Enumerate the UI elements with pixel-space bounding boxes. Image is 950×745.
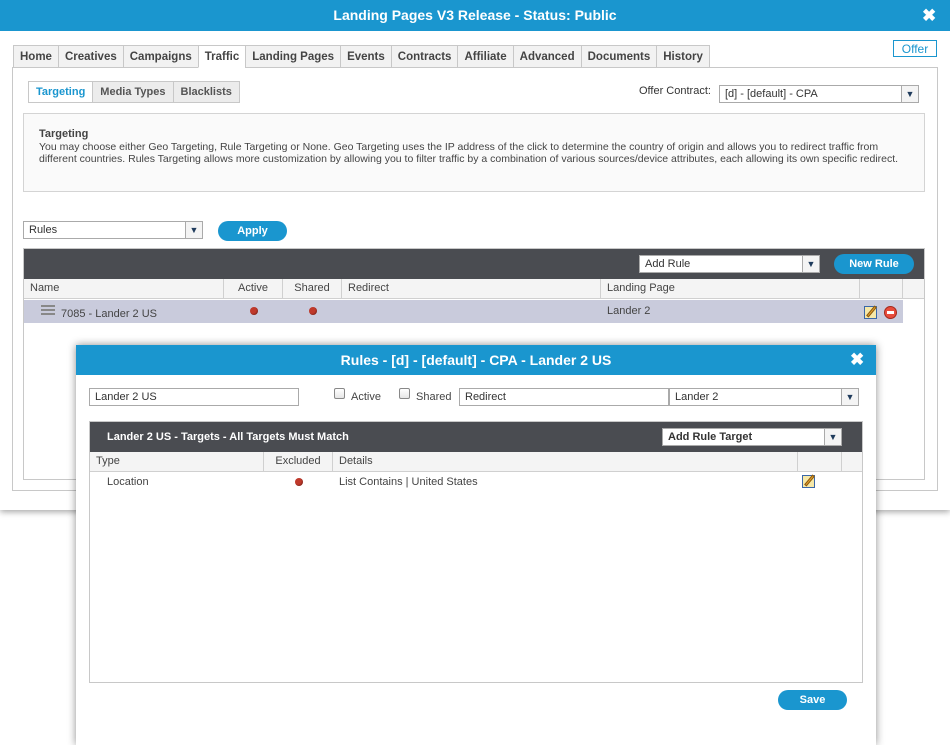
active-status-dot-icon [250, 307, 258, 315]
window-close-icon[interactable]: ✖ [922, 0, 936, 31]
subtab-media-types[interactable]: Media Types [92, 81, 173, 103]
offer-contract-label: Offer Contract: [639, 85, 711, 97]
col-actions [860, 279, 903, 298]
col-target-actions [798, 452, 842, 471]
tab-events[interactable]: Events [340, 45, 391, 68]
shared-status-dot-icon [309, 307, 317, 315]
rule-name: 7085 - Lander 2 US [61, 308, 158, 320]
landing-page-select[interactable]: Lander 2 ▼ [669, 388, 859, 406]
col-details[interactable]: Details [333, 452, 798, 471]
active-checkbox[interactable] [334, 388, 345, 399]
tab-traffic[interactable]: Traffic [197, 45, 246, 68]
info-text: You may choose either Geo Targeting, Rul… [39, 141, 899, 165]
info-title: Targeting [39, 128, 89, 140]
col-redirect[interactable]: Redirect [342, 279, 601, 298]
shared-checkbox[interactable] [399, 388, 410, 399]
table-row[interactable]: Location List Contains | United States [90, 472, 862, 492]
add-rule-value: Add Rule [645, 258, 691, 270]
col-name[interactable]: Name [24, 279, 224, 298]
delete-icon[interactable] [884, 306, 897, 319]
tab-creatives[interactable]: Creatives [57, 45, 123, 68]
tab-home[interactable]: Home [13, 45, 58, 68]
subtab-blacklists[interactable]: Blacklists [172, 81, 240, 103]
main-tabs: Home Creatives Campaigns Traffic Landing… [13, 45, 710, 68]
rule-landing-page: Lander 2 [607, 305, 651, 317]
offer-contract-value: [d] - [default] - CPA [725, 88, 818, 100]
targets-table-header: Type Excluded Details [90, 452, 862, 472]
subtab-targeting[interactable]: Targeting [28, 81, 93, 103]
rule-targets-panel: Lander 2 US - Targets - All Targets Must… [89, 421, 863, 683]
tab-advanced[interactable]: Advanced [512, 45, 581, 68]
tab-history[interactable]: History [656, 45, 710, 68]
edit-icon[interactable] [864, 306, 877, 319]
col-shared[interactable]: Shared [283, 279, 342, 298]
targets-title: Lander 2 US - Targets - All Targets Must… [107, 431, 349, 443]
tab-affiliate[interactable]: Affiliate [457, 45, 513, 68]
redirect-input[interactable]: Redirect [459, 388, 669, 406]
apply-button[interactable]: Apply [218, 221, 287, 241]
traffic-subtabs: Targeting Media Types Blacklists [28, 81, 240, 103]
rules-table-header: Name Active Shared Redirect Landing Page [24, 279, 924, 299]
rules-toolbar: Add Rule ▼ New Rule [24, 249, 924, 279]
add-rule-select[interactable]: Add Rule ▼ [639, 255, 820, 273]
targets-header: Lander 2 US - Targets - All Targets Must… [90, 422, 862, 452]
col-landing-page[interactable]: Landing Page [601, 279, 860, 298]
rule-edit-modal: Rules - [d] - [default] - CPA - Lander 2… [76, 345, 876, 745]
target-type: Location [107, 476, 149, 488]
add-rule-target-value: Add Rule Target [668, 431, 753, 443]
chevron-down-icon: ▼ [185, 222, 202, 238]
tab-documents[interactable]: Documents [580, 45, 657, 68]
excluded-status-dot-icon [295, 478, 303, 486]
rule-name-input[interactable]: Lander 2 US [89, 388, 299, 406]
targeting-mode-value: Rules [29, 224, 58, 236]
modal-title: Rules - [d] - [default] - CPA - Lander 2… [76, 345, 876, 375]
offer-contract-select[interactable]: [d] - [default] - CPA ▼ [719, 85, 919, 103]
table-row[interactable]: 7085 - Lander 2 US Lander 2 [24, 300, 903, 323]
window-title: Landing Pages V3 Release - Status: Publi… [0, 0, 950, 31]
landing-page-value: Lander 2 [675, 391, 719, 403]
target-details: List Contains | United States [339, 476, 478, 488]
new-rule-button[interactable]: New Rule [834, 254, 914, 274]
targeting-mode-select[interactable]: Rules ▼ [23, 221, 203, 239]
targeting-info-box: Targeting You may choose either Geo Targ… [23, 113, 925, 192]
tab-campaigns[interactable]: Campaigns [122, 45, 198, 68]
add-rule-target-select[interactable]: Add Rule Target ▼ [662, 428, 842, 446]
chevron-down-icon: ▼ [901, 86, 918, 102]
save-button[interactable]: Save [778, 690, 847, 710]
offer-button[interactable]: Offer [893, 40, 937, 57]
drag-handle-icon[interactable] [41, 305, 55, 317]
tab-contracts[interactable]: Contracts [390, 45, 458, 68]
shared-checkbox-label: Shared [416, 391, 452, 403]
tab-landing-pages[interactable]: Landing Pages [245, 45, 341, 68]
active-checkbox-label: Active [351, 391, 381, 403]
col-active[interactable]: Active [224, 279, 283, 298]
modal-close-icon[interactable]: ✖ [850, 345, 864, 375]
edit-icon[interactable] [802, 475, 815, 488]
col-excluded[interactable]: Excluded [264, 452, 333, 471]
chevron-down-icon: ▼ [802, 256, 819, 272]
col-type[interactable]: Type [90, 452, 264, 471]
chevron-down-icon: ▼ [841, 389, 858, 405]
chevron-down-icon: ▼ [824, 429, 841, 445]
